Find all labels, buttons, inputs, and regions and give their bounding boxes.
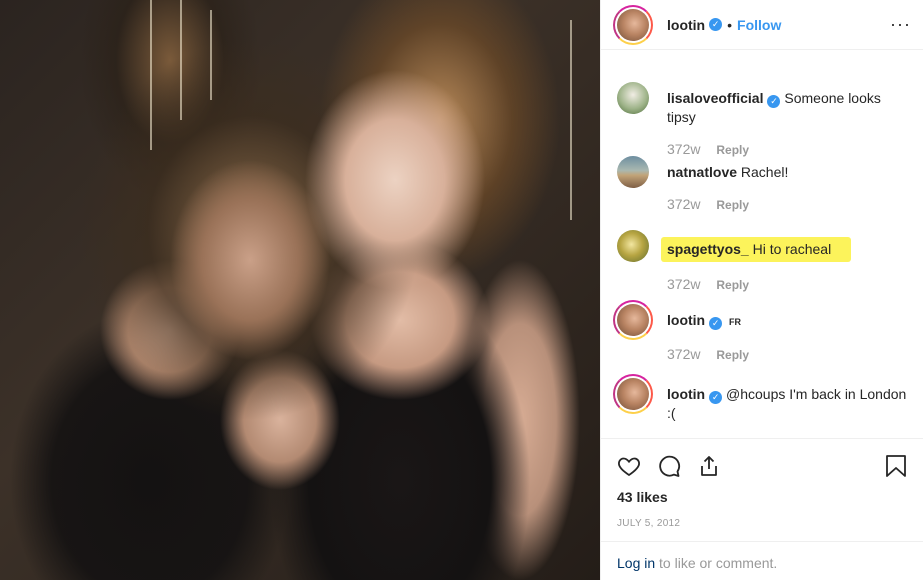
light-streak <box>570 20 572 220</box>
commenter-avatar[interactable] <box>617 82 649 114</box>
like-count[interactable]: 43 likes <box>617 489 907 505</box>
commenter-avatar[interactable] <box>613 300 653 340</box>
comment-age[interactable]: 372w <box>667 276 700 292</box>
commenter-avatar[interactable] <box>617 156 649 188</box>
comment-list[interactable]: lisaloveofficial ✓ Someone looks tipsy 37… <box>601 50 923 438</box>
verified-badge-icon: ✓ <box>767 95 781 108</box>
post-side-panel: lootin ✓ • Follow ··· lisaloveofficial ✓ … <box>600 0 923 580</box>
login-prompt: Log in to like or comment. <box>601 541 923 571</box>
more-options-icon[interactable]: ··· <box>890 14 911 35</box>
author-avatar[interactable] <box>613 4 653 45</box>
post-date[interactable]: JULY 5, 2012 <box>617 518 907 529</box>
light-streak <box>180 0 182 120</box>
follow-button[interactable]: Follow <box>737 17 781 33</box>
comment-highlight: spagettyos_ Hi to racheal <box>661 237 852 262</box>
comment-item: lootin ✓ @hcoups I'm back in London :( <box>613 374 911 423</box>
comment-item: spagettyos_ Hi to racheal 372w Reply <box>617 230 911 295</box>
comment-age[interactable]: 372w <box>667 141 700 157</box>
light-streak <box>210 10 212 100</box>
post-window: lootin ✓ • Follow ··· lisaloveofficial ✓ … <box>0 0 923 580</box>
reply-button[interactable]: Reply <box>716 143 749 157</box>
comment-age[interactable]: 372w <box>667 346 700 362</box>
comment-username[interactable]: lisaloveofficial <box>667 90 763 106</box>
comment-text: Rachel! <box>740 164 789 180</box>
comment-item: lisaloveofficial ✓ Someone looks tipsy 37… <box>617 82 911 160</box>
comment-text: Hi to racheal <box>752 241 832 257</box>
comment-text: FR <box>729 317 741 327</box>
comment-text-line2: :( <box>667 405 676 421</box>
comment-age[interactable]: 372w <box>667 196 700 212</box>
comment-username[interactable]: spagettyos_ <box>667 241 749 257</box>
light-streak <box>150 0 152 150</box>
post-header: lootin ✓ • Follow ··· <box>601 0 923 50</box>
reply-button[interactable]: Reply <box>716 348 749 362</box>
comment-username[interactable]: lootin <box>667 312 705 328</box>
comment-item: natnatlove Rachel! 372w Reply <box>617 156 911 215</box>
heart-icon[interactable] <box>617 454 641 478</box>
share-icon[interactable] <box>697 454 721 478</box>
verified-badge-icon: ✓ <box>709 317 723 330</box>
comment-username[interactable]: natnatlove <box>667 164 737 180</box>
post-photo[interactable] <box>0 0 600 580</box>
author-username[interactable]: lootin <box>667 17 705 33</box>
commenter-avatar[interactable] <box>617 230 649 262</box>
verified-badge-icon: ✓ <box>709 391 723 404</box>
post-actions: 43 likes JULY 5, 2012 <box>601 438 923 529</box>
header-separator: • <box>727 16 733 33</box>
verified-badge-icon: ✓ <box>709 18 723 31</box>
bookmark-icon[interactable] <box>885 454 907 478</box>
commenter-avatar[interactable] <box>613 374 653 414</box>
login-prompt-text: to like or comment. <box>655 555 778 571</box>
comment-item: lootin ✓ FR 372w Reply <box>613 300 911 365</box>
reply-button[interactable]: Reply <box>716 278 749 292</box>
login-link[interactable]: Log in <box>617 555 655 571</box>
comment-text: @hcoups I'm back in London <box>726 386 907 402</box>
comment-icon[interactable] <box>657 454 681 478</box>
comment-username[interactable]: lootin <box>667 386 705 402</box>
reply-button[interactable]: Reply <box>716 198 749 212</box>
